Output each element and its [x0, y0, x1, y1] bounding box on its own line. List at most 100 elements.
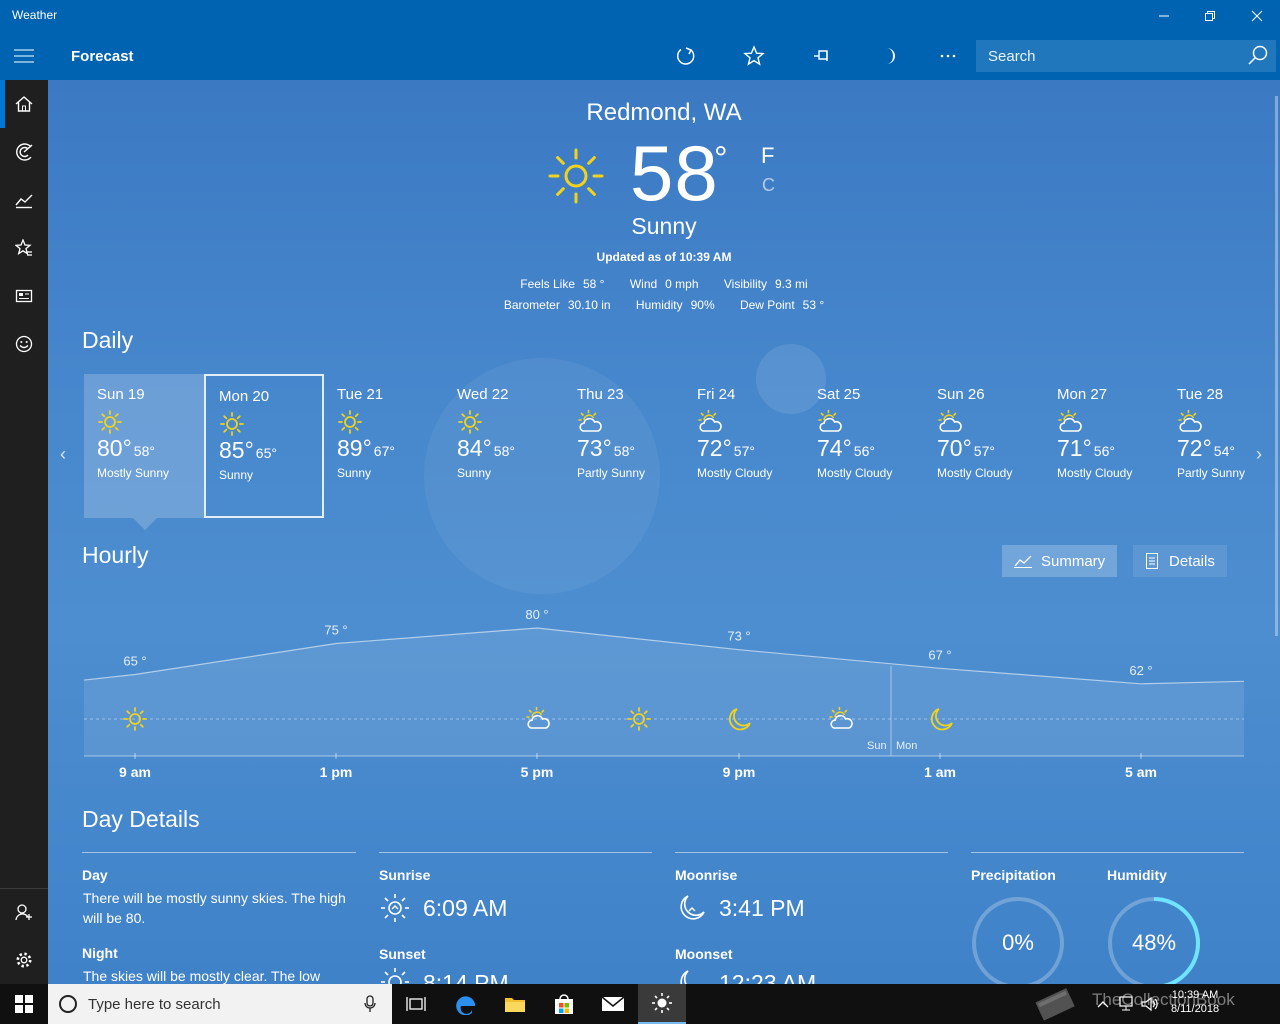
more-options-button[interactable]	[931, 40, 965, 72]
humidity-value: 48%	[1131, 930, 1177, 955]
daily-prev-button[interactable]: ‹	[60, 444, 66, 465]
taskbar-app-edge[interactable]	[442, 984, 490, 1024]
details-tab[interactable]: Details	[1133, 545, 1227, 577]
nav-item-forecast[interactable]	[0, 80, 48, 128]
start-button[interactable]	[0, 984, 48, 1024]
home-icon	[15, 96, 33, 112]
stat-value: 30.10 in	[567, 298, 611, 312]
daily-forecast-item[interactable]: Mon 20 85° 65° Sunny	[204, 374, 324, 518]
search-icon	[1248, 45, 1268, 65]
title-bar: Weather	[0, 0, 1280, 32]
pin-button[interactable]	[806, 40, 840, 72]
sun-icon	[220, 412, 244, 436]
moonrise-time: 3:41 PM	[719, 895, 805, 921]
close-button[interactable]	[1234, 0, 1280, 32]
hourly-condition-icon	[930, 708, 953, 731]
partly-cloudy-icon	[698, 409, 722, 432]
day-high: 71°	[1057, 435, 1092, 461]
daily-forecast-item[interactable]: Thu 23 73° 58° Partly Sunny	[564, 374, 684, 518]
search-input[interactable]	[976, 40, 1236, 72]
weather-app-icon	[652, 993, 672, 1013]
search-button[interactable]	[1246, 44, 1270, 68]
scrollbar[interactable]	[1275, 96, 1278, 636]
refresh-button[interactable]	[669, 40, 703, 72]
taskbar-app-weather[interactable]	[638, 984, 686, 1024]
day-high: 80°	[97, 435, 132, 461]
chevron-up-icon[interactable]	[1096, 997, 1110, 1011]
daily-forecast-item[interactable]: Mon 27 71° 56° Mostly Cloudy	[1044, 374, 1164, 518]
day-high: 84°	[457, 435, 492, 461]
mail-icon	[601, 996, 625, 1011]
dark-mode-button[interactable]	[873, 40, 907, 72]
day-low: 58°	[613, 443, 635, 459]
taskbar-search-placeholder: Type here to search	[88, 996, 221, 1013]
nav-item-settings[interactable]	[0, 936, 48, 984]
unit-celsius-toggle[interactable]: C	[762, 175, 775, 196]
minimize-button[interactable]	[1141, 0, 1187, 32]
minimize-icon	[1159, 15, 1169, 17]
clock-time: 10:39 AM	[1171, 989, 1219, 1001]
taskbar-app-store[interactable]	[540, 984, 588, 1024]
volume-icon[interactable]	[1141, 996, 1159, 1012]
system-clock[interactable]: 10:39 AM 8/11/2018	[1162, 988, 1228, 1016]
day-name: Sun 19	[97, 386, 145, 403]
nav-item-account[interactable]	[0, 888, 48, 936]
unit-fahrenheit-toggle[interactable]: F	[761, 143, 774, 169]
daily-forecast-item[interactable]: Fri 24 72° 57° Mostly Cloudy	[684, 374, 804, 518]
moonset-label: Moonset	[675, 946, 733, 962]
daily-forecast-item[interactable]: Sun 19 80° 58° Mostly Sunny	[84, 374, 204, 518]
sunset-label: Sunset	[379, 946, 426, 962]
hourly-condition-icon	[123, 707, 147, 731]
sunrise-icon	[381, 894, 409, 922]
favorites-icon	[15, 239, 32, 256]
hourly-time-label: 1 pm	[319, 764, 353, 780]
hamburger-menu-button[interactable]	[0, 32, 48, 80]
taskbar-search-box[interactable]: Type here to search	[48, 984, 392, 1024]
nav-item-maps[interactable]	[0, 128, 48, 176]
network-icon[interactable]	[1118, 996, 1136, 1012]
day-condition: Partly Sunny	[1177, 466, 1246, 480]
taskbar-app-file-explorer[interactable]	[491, 984, 539, 1024]
pin-icon	[814, 50, 828, 61]
task-view-button[interactable]	[392, 984, 440, 1024]
summary-tab[interactable]: Summary	[1002, 545, 1118, 577]
hourly-time-label: 1 am	[924, 764, 956, 780]
microphone-icon[interactable]	[364, 995, 376, 1013]
temperature-point-label: 73 °	[727, 629, 750, 644]
restore-button[interactable]	[1187, 0, 1233, 32]
daily-forecast-item[interactable]: Sun 26 70° 57° Mostly Cloudy	[924, 374, 1044, 518]
favorite-button[interactable]	[737, 40, 771, 72]
daily-forecast-item[interactable]: Sat 25 74° 56° Mostly Cloudy	[804, 374, 924, 518]
partly-cloudy-icon	[1058, 409, 1082, 432]
day-condition: Mostly Sunny	[97, 466, 170, 480]
nav-item-news[interactable]	[0, 272, 48, 320]
search-box[interactable]	[976, 40, 1276, 72]
temperature-area	[84, 628, 1244, 756]
task-view-icon	[406, 997, 426, 1011]
details-divider	[82, 852, 356, 853]
temperature-point-label: 67 °	[928, 647, 951, 662]
details-divider	[971, 852, 1244, 853]
hourly-condition-icon	[829, 706, 853, 729]
night-label: Night	[82, 945, 118, 961]
daily-forecast-item[interactable]: Tue 28 72° 54° Partly Sunny	[1164, 374, 1280, 518]
forecast-content[interactable]: Redmond, WA 58 ° F C Sunny Updated as of…	[48, 80, 1280, 984]
nav-item-historical[interactable]	[0, 176, 48, 224]
day-name: Mon 20	[219, 388, 270, 405]
current-temperature: 58	[630, 129, 719, 217]
summary-label: Summary	[1041, 552, 1106, 570]
sun-icon	[338, 410, 362, 434]
daily-forecast-item[interactable]: Tue 21 89° 67° Sunny	[324, 374, 444, 518]
gear-icon	[16, 952, 32, 968]
window-title: Weather	[12, 8, 58, 22]
side-navigation	[0, 80, 48, 984]
taskbar-app-mail[interactable]	[589, 984, 637, 1024]
nav-item-places[interactable]	[0, 224, 48, 272]
daily-forecast-item[interactable]: Wed 22 84° 58° Sunny	[444, 374, 564, 518]
updated-time: Updated as of 10:39 AM	[596, 250, 732, 264]
nav-item-feedback[interactable]	[0, 320, 48, 368]
document-icon	[1146, 553, 1158, 569]
command-bar: Forecast	[0, 32, 1280, 80]
day-condition: Mostly Cloudy	[697, 466, 773, 480]
hourly-chart[interactable]: Sun Mon 65 ° 75 ° 80 ° 73 ° 67 ° 62 °	[48, 590, 1280, 760]
